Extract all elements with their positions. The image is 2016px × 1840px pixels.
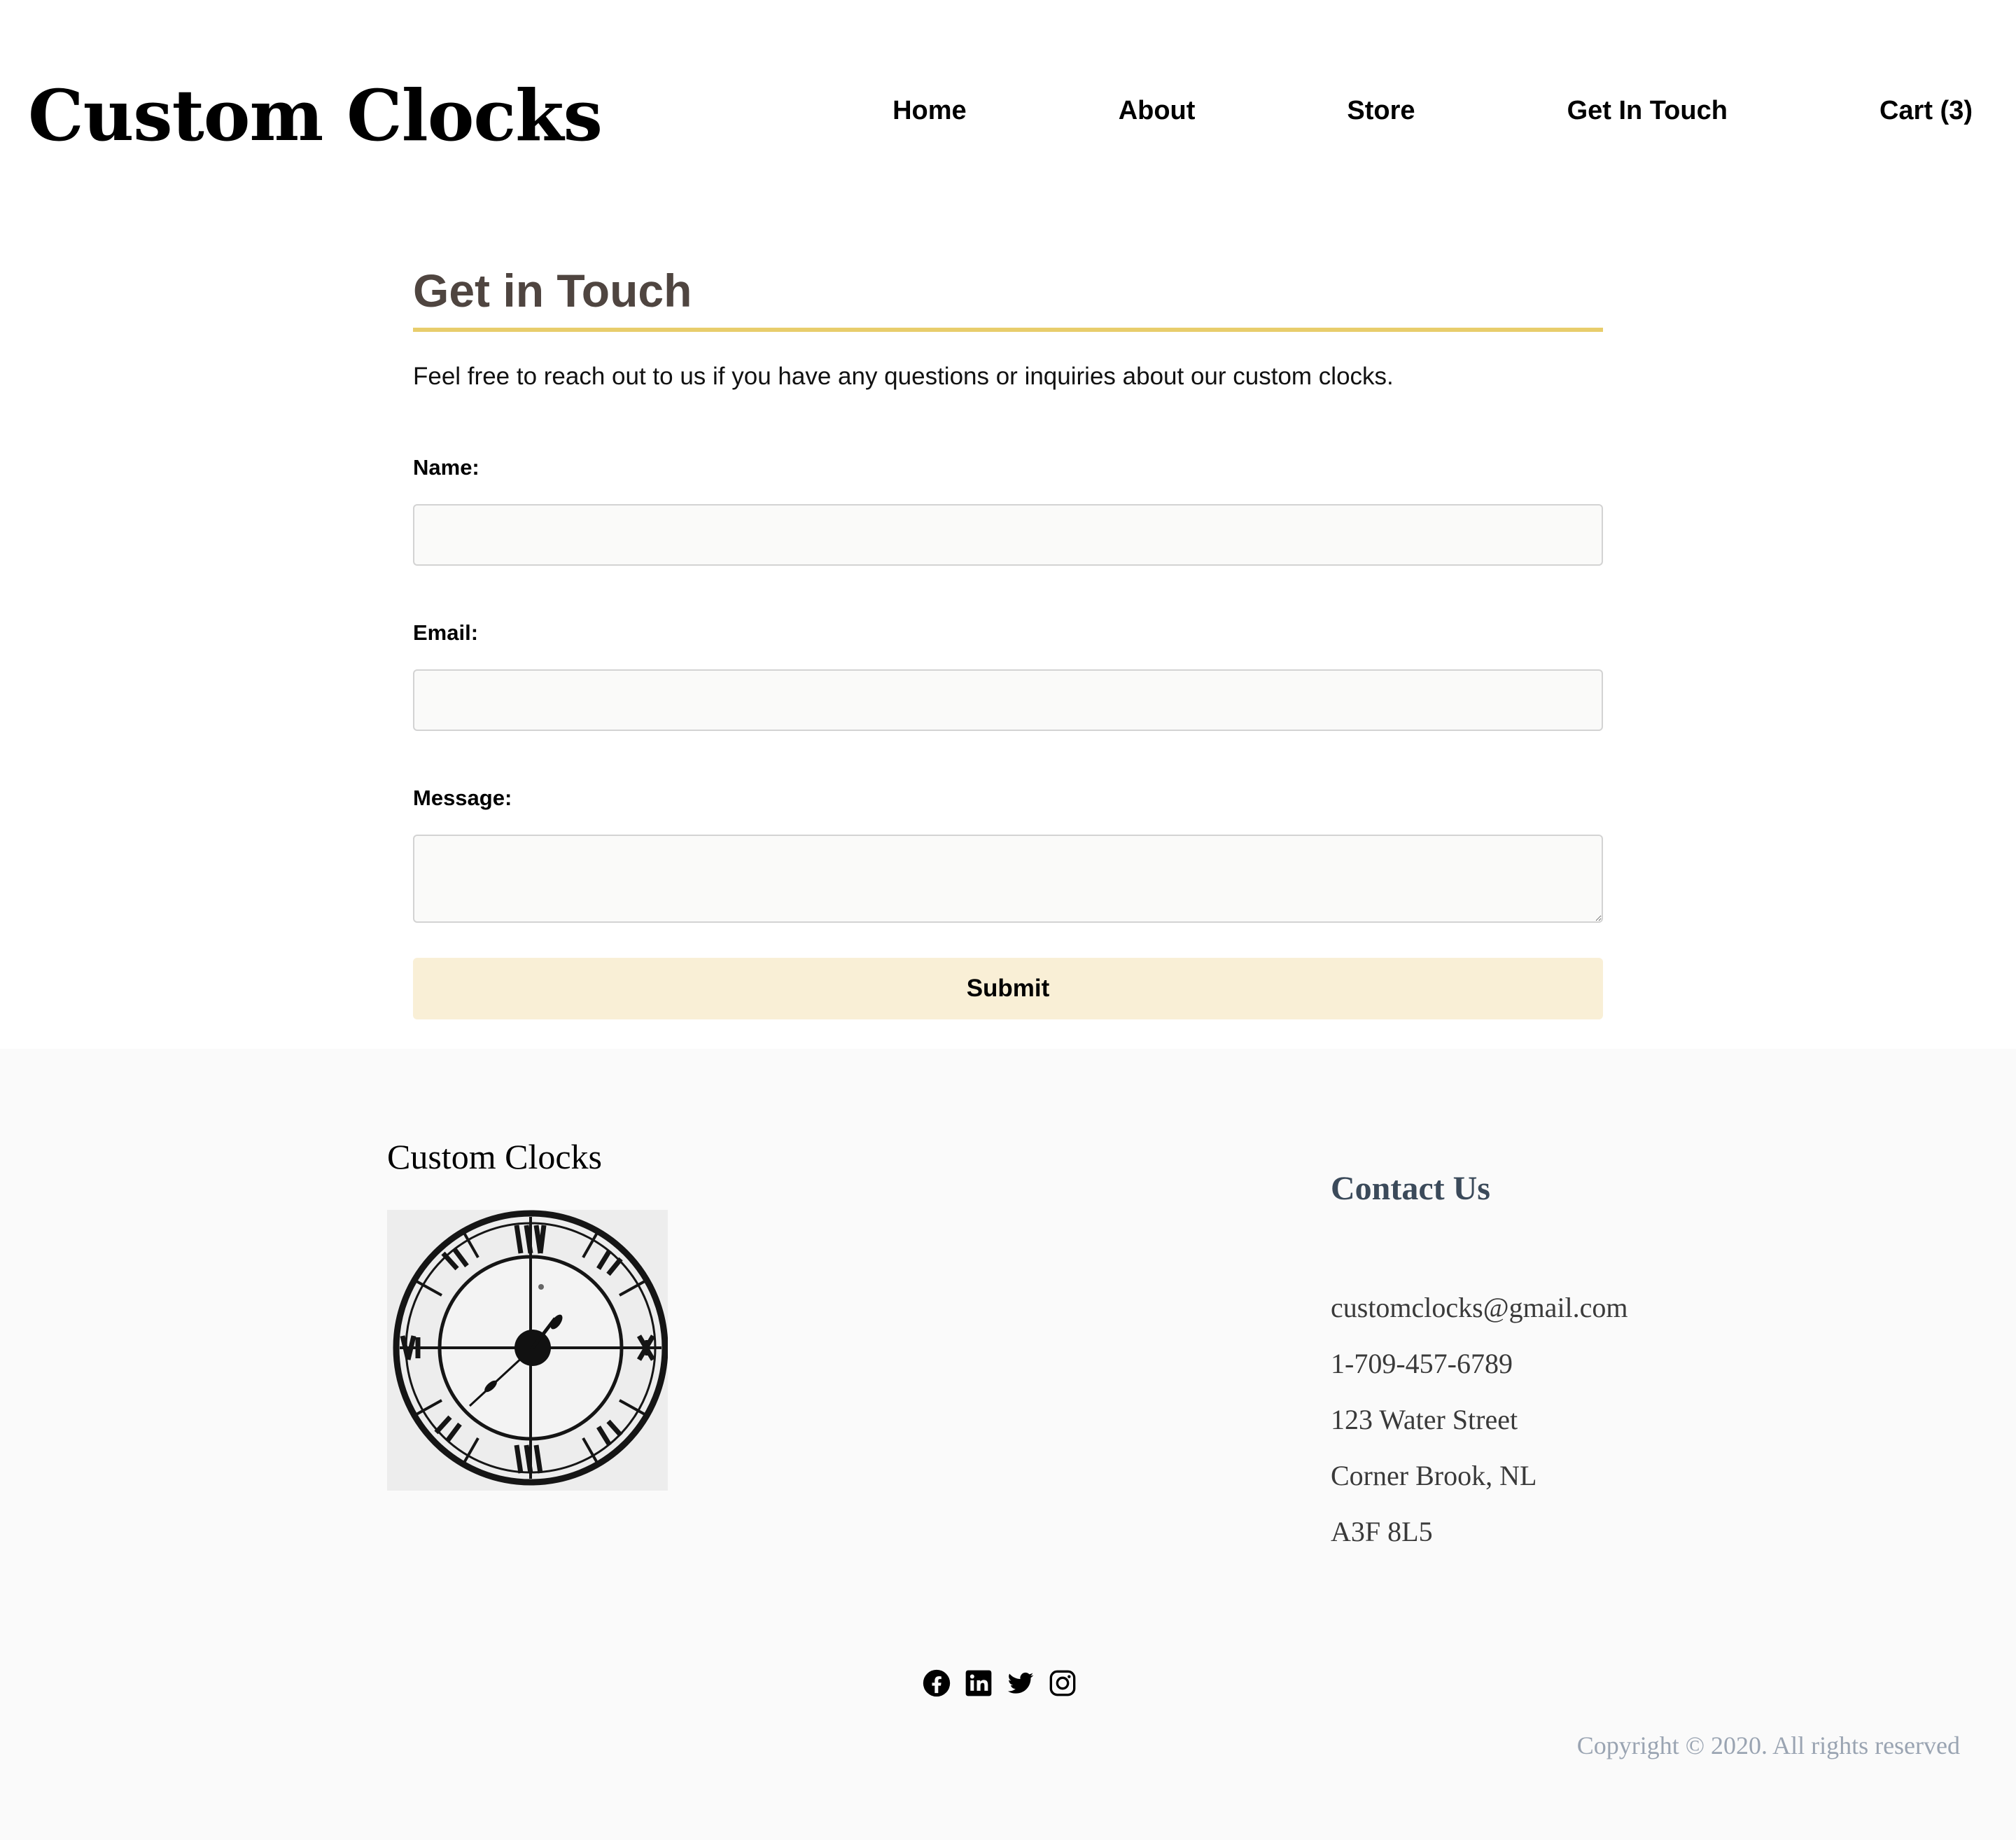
name-field[interactable] (413, 504, 1603, 566)
title-underline (413, 328, 1603, 332)
nav-get-in-touch-link[interactable]: Get In Touch (1567, 96, 1728, 126)
social-links (923, 1669, 1077, 1697)
linkedin-icon[interactable] (965, 1669, 993, 1697)
copyright-text: Copyright © 2020. All rights reserved (1576, 1731, 1960, 1759)
facebook-icon[interactable] (923, 1669, 951, 1697)
contact-street: 123 Water Street (1331, 1404, 1518, 1435)
contact-email[interactable]: customclocks@gmail.com (1331, 1280, 1628, 1336)
nav-about-link[interactable]: About (1119, 96, 1196, 126)
roman-clock-icon (387, 1210, 668, 1491)
twitter-icon[interactable] (1007, 1669, 1035, 1697)
main-nav: Home About Store Get In Touch Cart (3) (892, 90, 1973, 132)
contact-details: customclocks@gmail.com 1-709-457-6789 12… (1331, 1280, 1628, 1560)
contact-city: Corner Brook, NL (1331, 1460, 1537, 1491)
contact-form: Name: Email: Message: Submit (413, 454, 1603, 1019)
contact-phone[interactable]: 1-709-457-6789 (1331, 1336, 1628, 1392)
footer-brand: Custom Clocks (387, 1137, 602, 1176)
page-title: Get in Touch (413, 265, 692, 316)
clock-image (387, 1210, 668, 1491)
site-header: Custom Clocks Home About Store Get In To… (0, 0, 2016, 210)
message-label: Message: (413, 786, 512, 810)
nav-store-link[interactable]: Store (1347, 96, 1415, 126)
submit-button[interactable]: Submit (413, 958, 1603, 1019)
site-logo[interactable]: Custom Clocks (28, 70, 603, 161)
intro-text: Feel free to reach out to us if you have… (413, 363, 1394, 390)
contact-section: Get in Touch Feel free to reach out to u… (413, 259, 1603, 1019)
site-footer: Custom Clocks Contact Us customclocks@gm… (0, 1049, 2016, 1840)
nav-home-link[interactable]: Home (892, 96, 967, 126)
contact-heading: Contact Us (1331, 1170, 1490, 1207)
email-field[interactable] (413, 669, 1603, 731)
name-label: Name: (413, 455, 479, 480)
instagram-icon[interactable] (1049, 1669, 1077, 1697)
message-field[interactable] (413, 835, 1603, 923)
nav-cart-link[interactable]: Cart (3) (1879, 96, 1973, 126)
email-label: Email: (413, 620, 479, 645)
contact-postal: A3F 8L5 (1331, 1516, 1433, 1547)
